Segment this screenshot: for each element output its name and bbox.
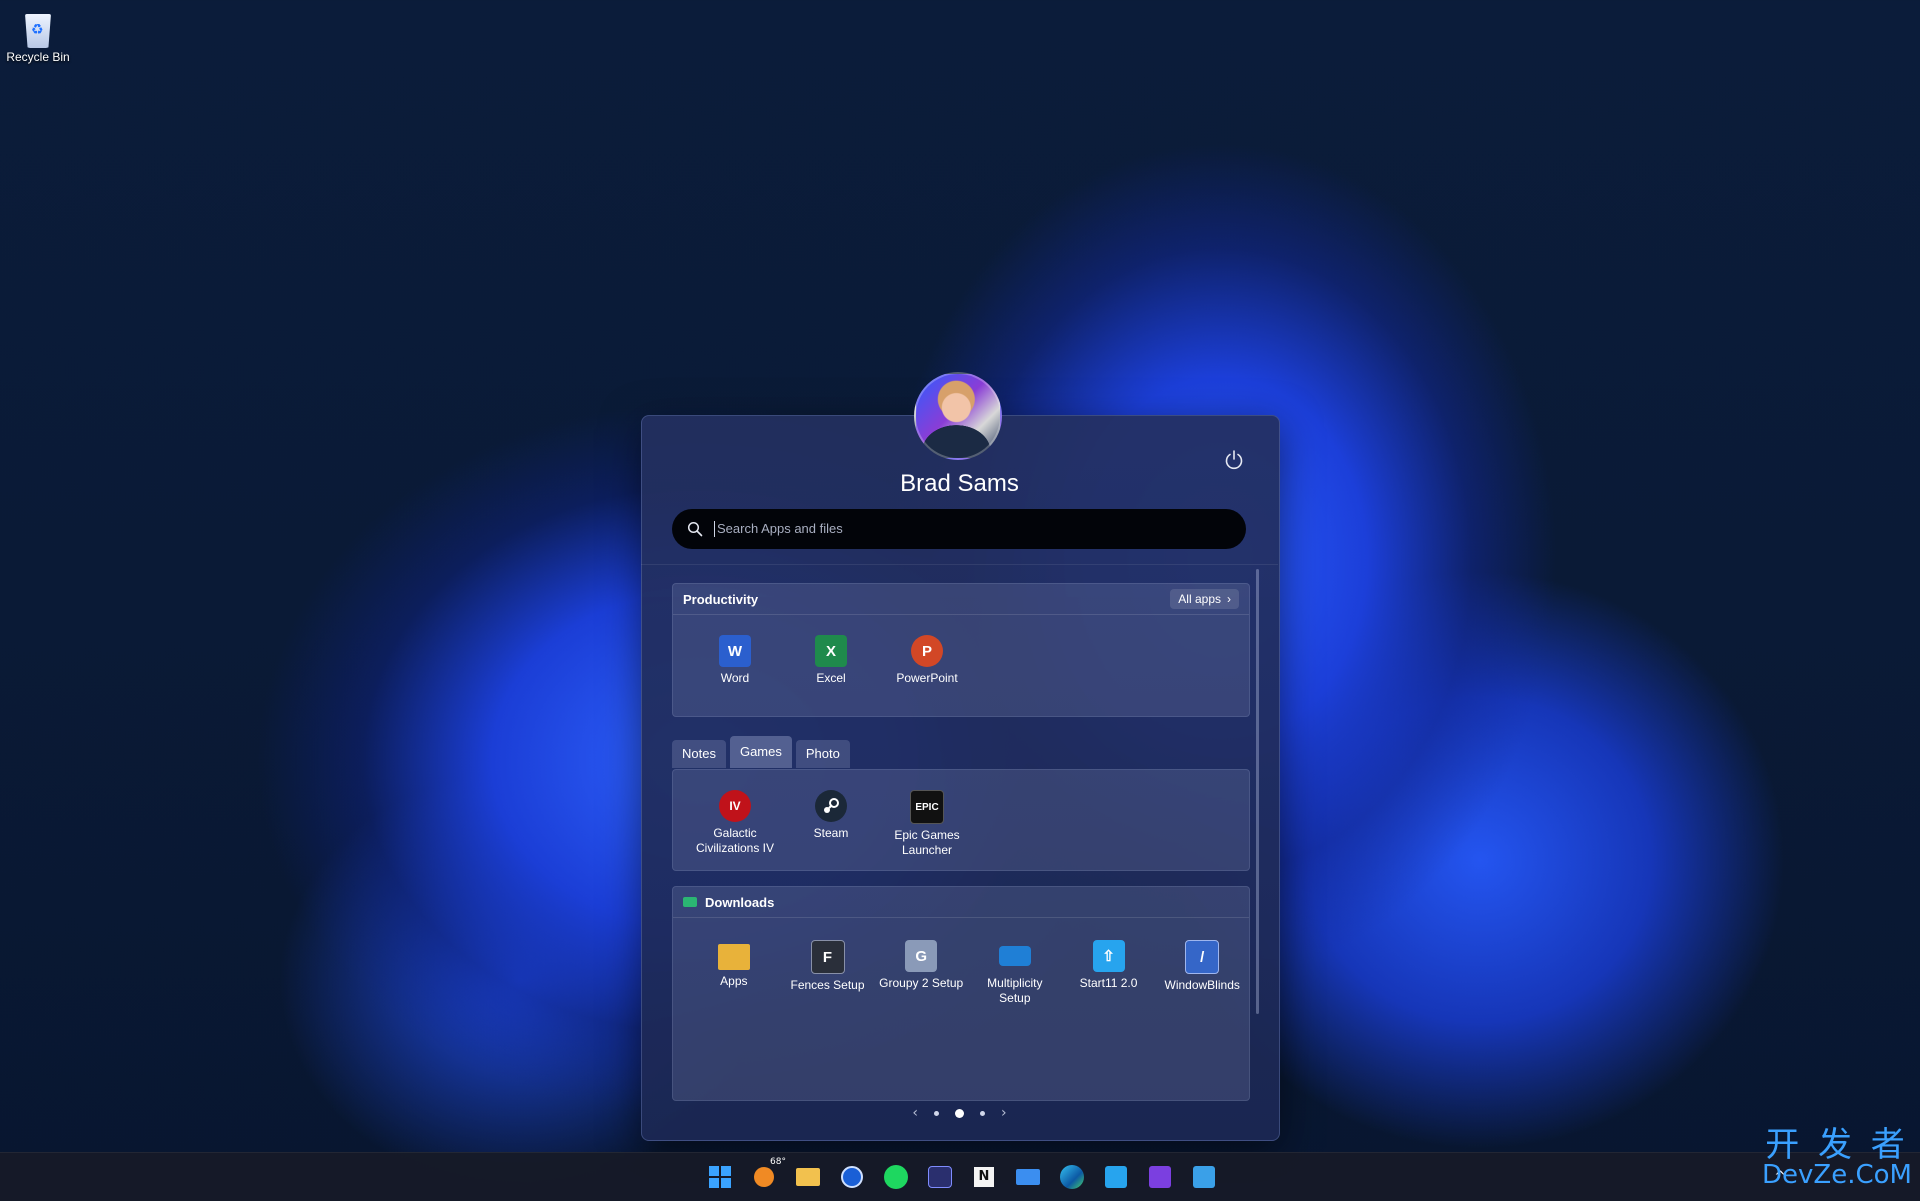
weather-icon[interactable]: 68° <box>748 1157 786 1193</box>
folder-icon <box>717 944 750 970</box>
all-apps-button[interactable]: All apps › <box>1170 589 1239 609</box>
app-windowblinds[interactable]: / WindowBlinds <box>1155 940 1249 1006</box>
search-input[interactable]: Search Apps and files <box>672 509 1246 549</box>
app-galactic-civilizations[interactable]: IV Galactic Civilizations IV <box>687 790 783 858</box>
taskbar: 68° N ^ <box>0 1152 1920 1201</box>
avatar[interactable] <box>914 372 1002 460</box>
excel-icon: X <box>815 635 847 667</box>
app-epic-games[interactable]: EPIC Epic Games Launcher <box>879 790 975 858</box>
app-label: Groupy 2 Setup <box>879 976 964 990</box>
watermark: 开 发 者 DevZe.CoM <box>1762 1128 1912 1188</box>
word-icon: W <box>719 635 751 667</box>
app-label: Steam <box>813 826 849 840</box>
tab-games[interactable]: Games <box>729 736 792 768</box>
app-excel[interactable]: X Excel <box>783 635 879 686</box>
downloads-icon <box>683 897 697 907</box>
start-icon[interactable] <box>704 1161 736 1193</box>
watermark-chinese: 开 发 者 <box>1765 1125 1909 1165</box>
group-tabs: Notes Games Photo <box>672 736 850 768</box>
multiplicity-icon <box>998 946 1031 966</box>
games-group: IV Galactic Civilizations IV Steam EPIC … <box>672 769 1250 871</box>
scrollbar[interactable] <box>1256 569 1259 1014</box>
windowblinds-icon: / <box>1185 940 1220 974</box>
app-label: Fences Setup <box>790 978 865 992</box>
page-indicator: ‹ › <box>641 1105 1278 1121</box>
weather-temp: 68° <box>770 1157 786 1167</box>
recycle-bin[interactable]: ♻ Recycle Bin <box>4 6 72 64</box>
start11-icon[interactable] <box>1100 1161 1132 1193</box>
app-label: Excel <box>816 671 846 685</box>
app-label: Word <box>720 671 750 685</box>
all-apps-label: All apps <box>1178 592 1221 606</box>
app-icon[interactable] <box>924 1161 956 1193</box>
app-start11[interactable]: ⇧ Start11 2.0 <box>1062 940 1156 1006</box>
app-label: Epic Games <box>894 828 960 842</box>
search-icon <box>684 518 706 540</box>
app-groupy-setup[interactable]: G Groupy 2 Setup <box>874 940 968 1006</box>
divider <box>641 564 1278 565</box>
app-label: Setup <box>999 991 1031 1005</box>
app-label: Launcher <box>901 843 953 857</box>
app-powerpoint[interactable]: P PowerPoint <box>879 635 975 686</box>
notion-icon[interactable]: N <box>968 1161 1000 1193</box>
steam-icon <box>815 790 847 822</box>
recycle-bin-icon: ♻ <box>19 6 57 50</box>
page-dot[interactable] <box>980 1110 985 1116</box>
app-label: PowerPoint <box>896 671 958 685</box>
galactic-civilizations-icon: IV <box>719 790 751 822</box>
chevron-right-icon: › <box>1227 592 1231 606</box>
1password-icon[interactable] <box>836 1161 868 1193</box>
watermark-latin: DevZe.CoM <box>1762 1160 1912 1190</box>
productivity-group: Productivity All apps › W Word X Excel P… <box>672 583 1250 717</box>
file-explorer-icon[interactable] <box>792 1161 824 1193</box>
fences-icon: F <box>810 940 845 974</box>
downloads-title: Downloads <box>705 894 775 910</box>
edge-icon[interactable] <box>1056 1161 1088 1193</box>
groupy-icon: G <box>905 940 938 972</box>
search-placeholder[interactable]: Search Apps and files <box>714 521 843 537</box>
power-icon <box>1225 450 1243 470</box>
app-label: Apps <box>720 974 748 988</box>
paint-icon[interactable] <box>1188 1161 1220 1193</box>
app-steam[interactable]: Steam <box>783 790 879 858</box>
app-label: Multiplicity <box>987 976 1043 990</box>
page-dot[interactable] <box>934 1110 939 1116</box>
app-word[interactable]: W Word <box>687 635 783 686</box>
tab-photo[interactable]: Photo <box>795 740 850 768</box>
app-label: Galactic <box>713 826 757 840</box>
page-dot-active[interactable] <box>955 1108 964 1118</box>
chevron-left-icon[interactable]: ‹ <box>912 1105 918 1121</box>
mail-icon[interactable] <box>1012 1161 1044 1193</box>
app-label: Civilizations IV <box>695 841 775 855</box>
productivity-title: Productivity <box>683 591 759 607</box>
app-multiplicity-setup[interactable]: Multiplicity Setup <box>968 940 1062 1006</box>
chevron-right-icon[interactable]: › <box>1001 1105 1007 1121</box>
power-button[interactable] <box>1220 446 1248 474</box>
app-label: WindowBlinds <box>1164 978 1240 992</box>
app-label: Start11 2.0 <box>1079 976 1138 990</box>
recycle-bin-label: Recycle Bin <box>6 50 70 64</box>
affinity-icon[interactable] <box>1144 1161 1176 1193</box>
app-apps-folder[interactable]: Apps <box>687 940 781 1006</box>
epic-games-icon: EPIC <box>910 790 944 824</box>
spotify-icon[interactable] <box>880 1161 912 1193</box>
user-name: Brad Sams <box>900 470 1019 497</box>
powerpoint-icon: P <box>911 635 943 667</box>
tab-notes[interactable]: Notes <box>672 740 726 768</box>
downloads-group: Downloads Apps F Fences Setup G Groupy 2… <box>672 886 1250 1101</box>
start11-icon: ⇧ <box>1092 940 1125 972</box>
app-fences-setup[interactable]: F Fences Setup <box>781 940 875 1006</box>
